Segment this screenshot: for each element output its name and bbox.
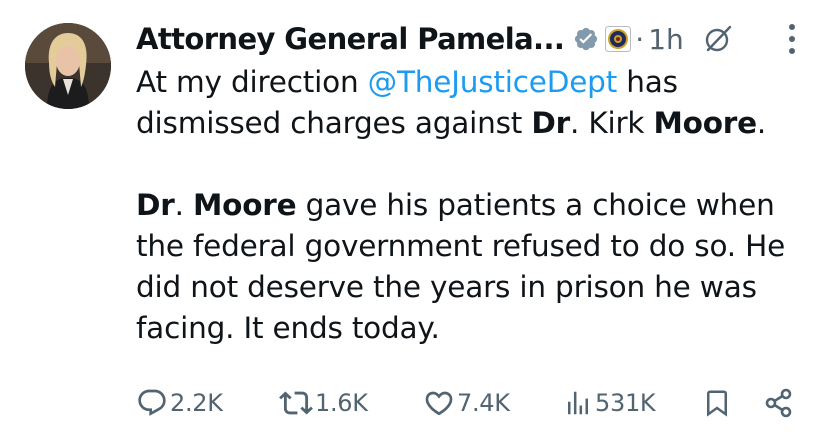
text-span: dismissed charges against — [136, 106, 532, 140]
separator: · — [635, 22, 645, 56]
tweet-line: facing. It ends today. — [136, 311, 440, 345]
grok-icon[interactable] — [702, 23, 734, 55]
repost-icon — [279, 391, 313, 415]
text-span: . — [174, 188, 193, 222]
bold-text: Moore — [653, 106, 757, 140]
bold-text: Moore — [193, 188, 297, 222]
repost-count: 1.6K — [315, 389, 368, 417]
author-name[interactable]: Attorney General Pamela... — [136, 22, 565, 56]
mention-link[interactable]: @TheJusticeDept — [368, 65, 618, 99]
bookmark-button[interactable] — [702, 383, 732, 423]
share-icon — [765, 388, 792, 418]
tweet-line: dismissed charges against Dr. Kirk Moore… — [136, 103, 816, 144]
reply-count: 2.2K — [170, 389, 223, 417]
more-icon[interactable] — [789, 24, 795, 54]
tweet-actions: 2.2K 1.6K 7.4K 531K — [0, 383, 839, 423]
tweet-line: the federal government refused to do so.… — [136, 229, 786, 263]
tweet-header: Attorney General Pamela... · 1h — [136, 14, 734, 64]
avatar-image — [25, 23, 111, 109]
bookmark-icon — [707, 390, 727, 417]
timestamp[interactable]: 1h — [648, 23, 684, 56]
like-button[interactable]: 7.4K — [423, 383, 510, 423]
bold-text: Dr — [531, 106, 570, 140]
text-span: gave his patients a choice when — [296, 188, 775, 222]
text-span: has — [617, 65, 678, 99]
like-count: 7.4K — [457, 389, 510, 417]
views-count: 531K — [595, 389, 656, 417]
reply-icon — [138, 389, 166, 416]
tweet-line: At my direction @TheJusticeDept has — [136, 62, 816, 103]
views-icon — [568, 391, 588, 415]
tweet-line: did not deserve the years in prison he w… — [136, 270, 757, 304]
text-span: . — [756, 106, 767, 140]
verified-badge-icon[interactable] — [573, 26, 599, 52]
reply-button[interactable]: 2.2K — [136, 383, 223, 423]
share-button[interactable] — [762, 383, 796, 423]
tweet-line: Dr. Moore gave his patients a choice whe… — [136, 185, 816, 226]
avatar[interactable] — [25, 23, 111, 109]
text-span: . Kirk — [569, 106, 654, 140]
heart-icon — [425, 391, 453, 416]
views-button[interactable]: 531K — [563, 383, 656, 423]
doj-seal-icon[interactable] — [605, 26, 632, 52]
tweet-text: At my direction @TheJusticeDept has dism… — [136, 62, 816, 349]
bold-text: Dr — [136, 188, 175, 222]
text-span: At my direction — [136, 65, 368, 99]
repost-button[interactable]: 1.6K — [279, 383, 368, 423]
